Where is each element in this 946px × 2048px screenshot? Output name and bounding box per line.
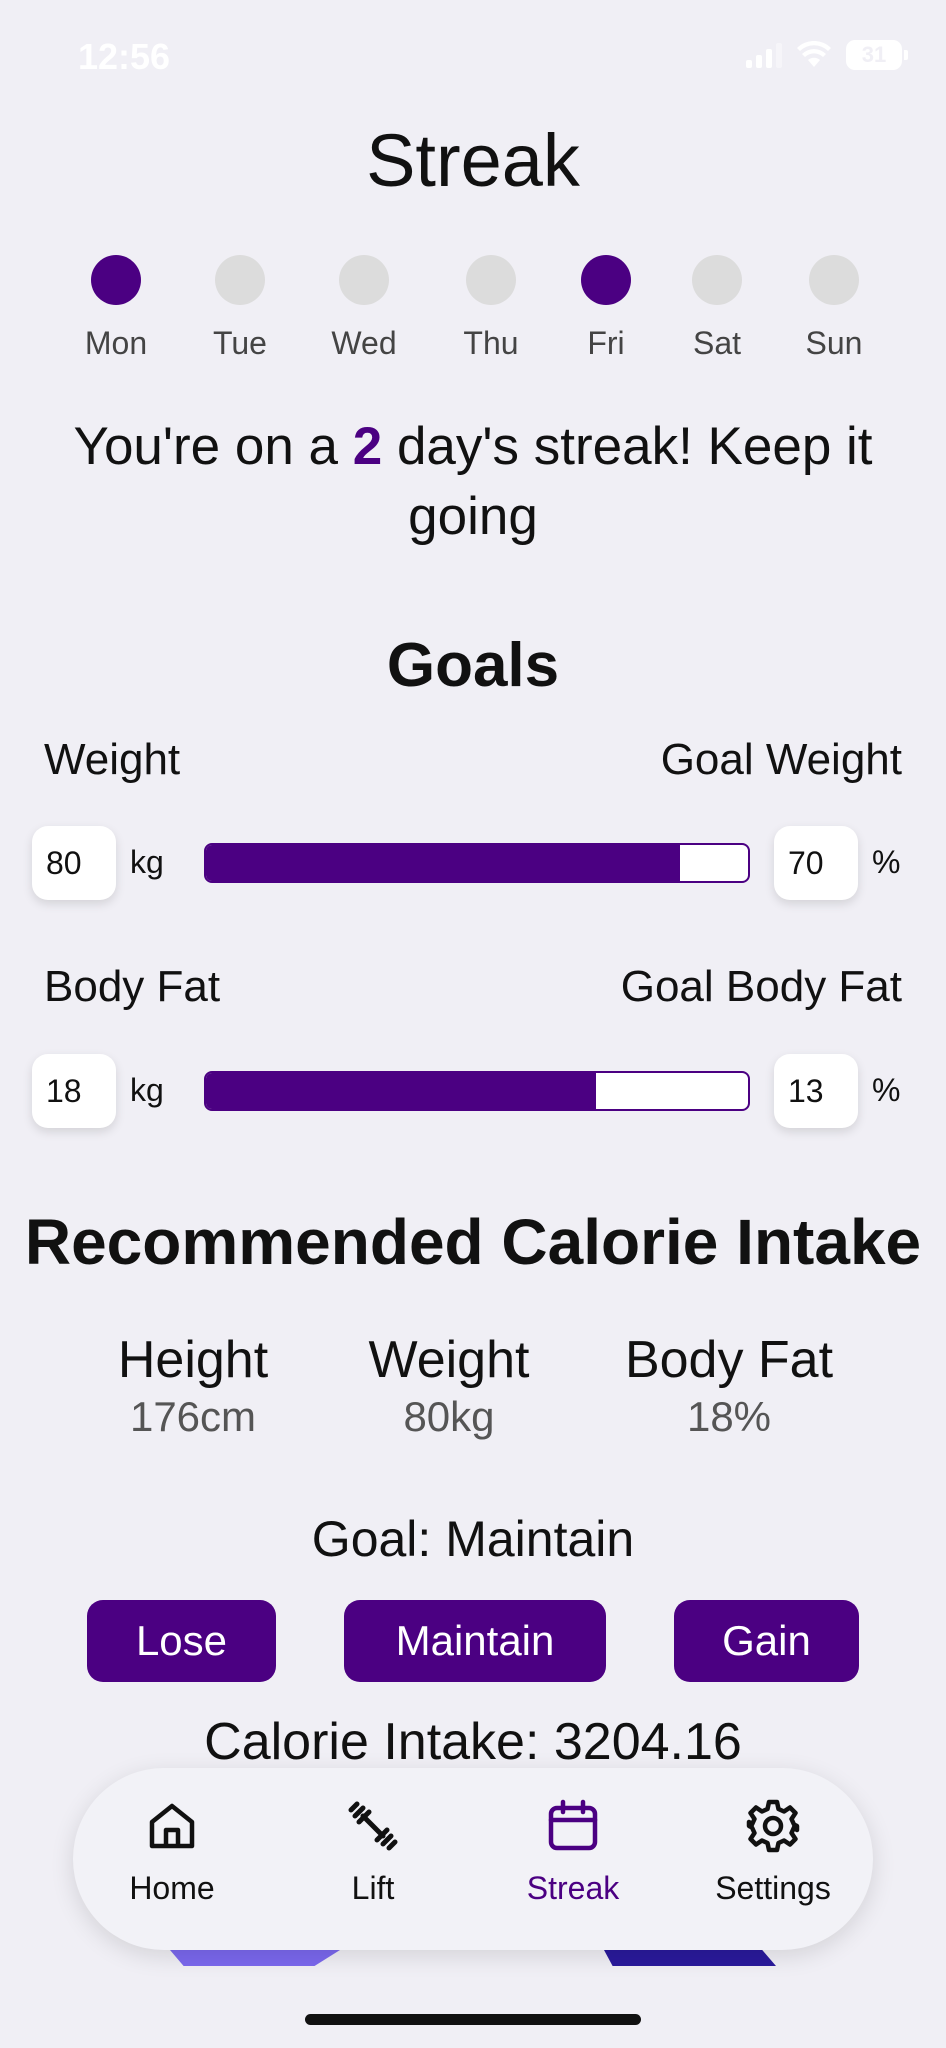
stat-label: Weight xyxy=(368,1331,530,1389)
stat-value: 176cm xyxy=(129,1393,257,1440)
gain-button[interactable]: Gain xyxy=(674,1600,859,1682)
height-stat: Height 176cm xyxy=(73,1330,313,1444)
stat-value: 80kg xyxy=(403,1393,495,1440)
tab-label: Lift xyxy=(351,1870,395,1906)
current-body-fat-field[interactable]: 18 xyxy=(32,1054,116,1128)
weight-label: Weight xyxy=(44,735,181,784)
stat-label: Height xyxy=(117,1331,269,1389)
goal-body-fat-label: Goal Body Fat xyxy=(620,962,902,1011)
calendar-icon xyxy=(548,1799,598,1851)
calorie-stats-row: Height 176cm Weight 80kg Body Fat 18% xyxy=(0,1330,946,1450)
day-label: Wed xyxy=(331,325,397,361)
current-weight-field[interactable]: 80 xyxy=(32,826,116,900)
tab-label: Home xyxy=(129,1870,215,1906)
day-dot xyxy=(91,255,141,305)
day-label: Sun xyxy=(805,325,863,361)
day-label: Sat xyxy=(692,325,742,361)
bottom-tab-bar: Home Lift Streak Settings xyxy=(73,1768,873,1950)
tab-label: Streak xyxy=(526,1870,620,1906)
tab-home[interactable]: Home xyxy=(82,1798,262,1907)
decorative-shape-left xyxy=(170,1950,340,1966)
gear-icon xyxy=(746,1799,800,1853)
status-icons: 31 xyxy=(746,40,908,70)
goal-body-fat-field[interactable]: 13 xyxy=(774,1054,858,1128)
goal-weight-field[interactable]: 70 xyxy=(774,826,858,900)
body-fat-label: Body Fat xyxy=(44,962,221,1011)
day-dot xyxy=(215,255,265,305)
goal-body-fat-unit-label: % xyxy=(872,1072,901,1108)
status-time: 12:56 xyxy=(78,36,171,77)
day-label: Fri xyxy=(587,325,625,361)
dumbbell-icon xyxy=(348,1801,398,1851)
goal-weight-unit-label: % xyxy=(872,844,901,880)
wifi-icon xyxy=(797,41,831,67)
body-fat-unit-label: kg xyxy=(130,1072,164,1108)
day-dot xyxy=(809,255,859,305)
weight-unit-label: kg xyxy=(130,844,164,880)
lose-button[interactable]: Lose xyxy=(87,1600,276,1682)
tab-settings[interactable]: Settings xyxy=(683,1798,863,1907)
day-label: Thu xyxy=(463,325,519,361)
streak-message: You're on a 2 day's streak! Keep it goin… xyxy=(40,412,906,552)
day-sun: Sun xyxy=(784,255,884,362)
tab-label: Settings xyxy=(715,1870,831,1906)
day-label: Mon xyxy=(84,325,148,361)
week-streak-row: Mon Tue Wed Thu Fri Sat Sun xyxy=(0,255,946,365)
page-title: Streak xyxy=(366,119,580,202)
decorative-shape-right xyxy=(604,1950,776,1966)
day-wed: Wed xyxy=(314,255,414,362)
calorie-section-title: Recommended Calorie Intake xyxy=(24,1206,922,1278)
day-tue: Tue xyxy=(190,255,290,362)
day-fri: Fri xyxy=(556,255,656,362)
day-dot xyxy=(692,255,742,305)
weight-goal-labels: Weight Goal Weight xyxy=(44,735,902,785)
day-dot xyxy=(339,255,389,305)
battery-icon: 31 xyxy=(846,40,908,70)
stat-value: 18% xyxy=(686,1393,772,1440)
goals-title: Goals xyxy=(386,631,560,700)
streak-prefix: You're on a xyxy=(73,417,353,476)
calorie-intake-text: Calorie Intake: 3204.16 xyxy=(204,1713,742,1771)
body-fat-progress-fill xyxy=(206,1073,597,1109)
day-dot xyxy=(581,255,631,305)
tab-lift[interactable]: Lift xyxy=(283,1798,463,1907)
weight-goal-row: 80 kg 70 % xyxy=(32,826,914,900)
streak-suffix: day's streak! Keep it going xyxy=(382,417,873,546)
body-fat-goal-labels: Body Fat Goal Body Fat xyxy=(44,962,902,1012)
maintain-button[interactable]: Maintain xyxy=(344,1600,606,1682)
stat-label: Body Fat xyxy=(624,1331,834,1389)
day-label: Tue xyxy=(213,325,267,361)
home-indicator xyxy=(305,2014,641,2025)
cellular-signal-icon xyxy=(746,42,782,68)
day-dot xyxy=(466,255,516,305)
streak-count: 2 xyxy=(352,417,383,476)
day-thu: Thu xyxy=(441,255,541,362)
weight-progress-fill xyxy=(206,845,681,881)
current-goal-text: Goal: Maintain xyxy=(311,1511,635,1567)
day-mon: Mon xyxy=(66,255,166,362)
body-fat-stat: Body Fat 18% xyxy=(609,1330,849,1444)
tab-streak[interactable]: Streak xyxy=(483,1798,663,1907)
weight-progress-bar xyxy=(204,843,750,883)
body-fat-progress-bar xyxy=(204,1071,750,1111)
day-sat: Sat xyxy=(667,255,767,362)
home-icon xyxy=(149,1803,195,1849)
goal-weight-label: Goal Weight xyxy=(660,735,902,784)
status-bar: 12:56 31 xyxy=(0,0,946,120)
weight-stat: Weight 80kg xyxy=(329,1330,569,1444)
body-fat-goal-row: 18 kg 13 % xyxy=(32,1054,914,1128)
